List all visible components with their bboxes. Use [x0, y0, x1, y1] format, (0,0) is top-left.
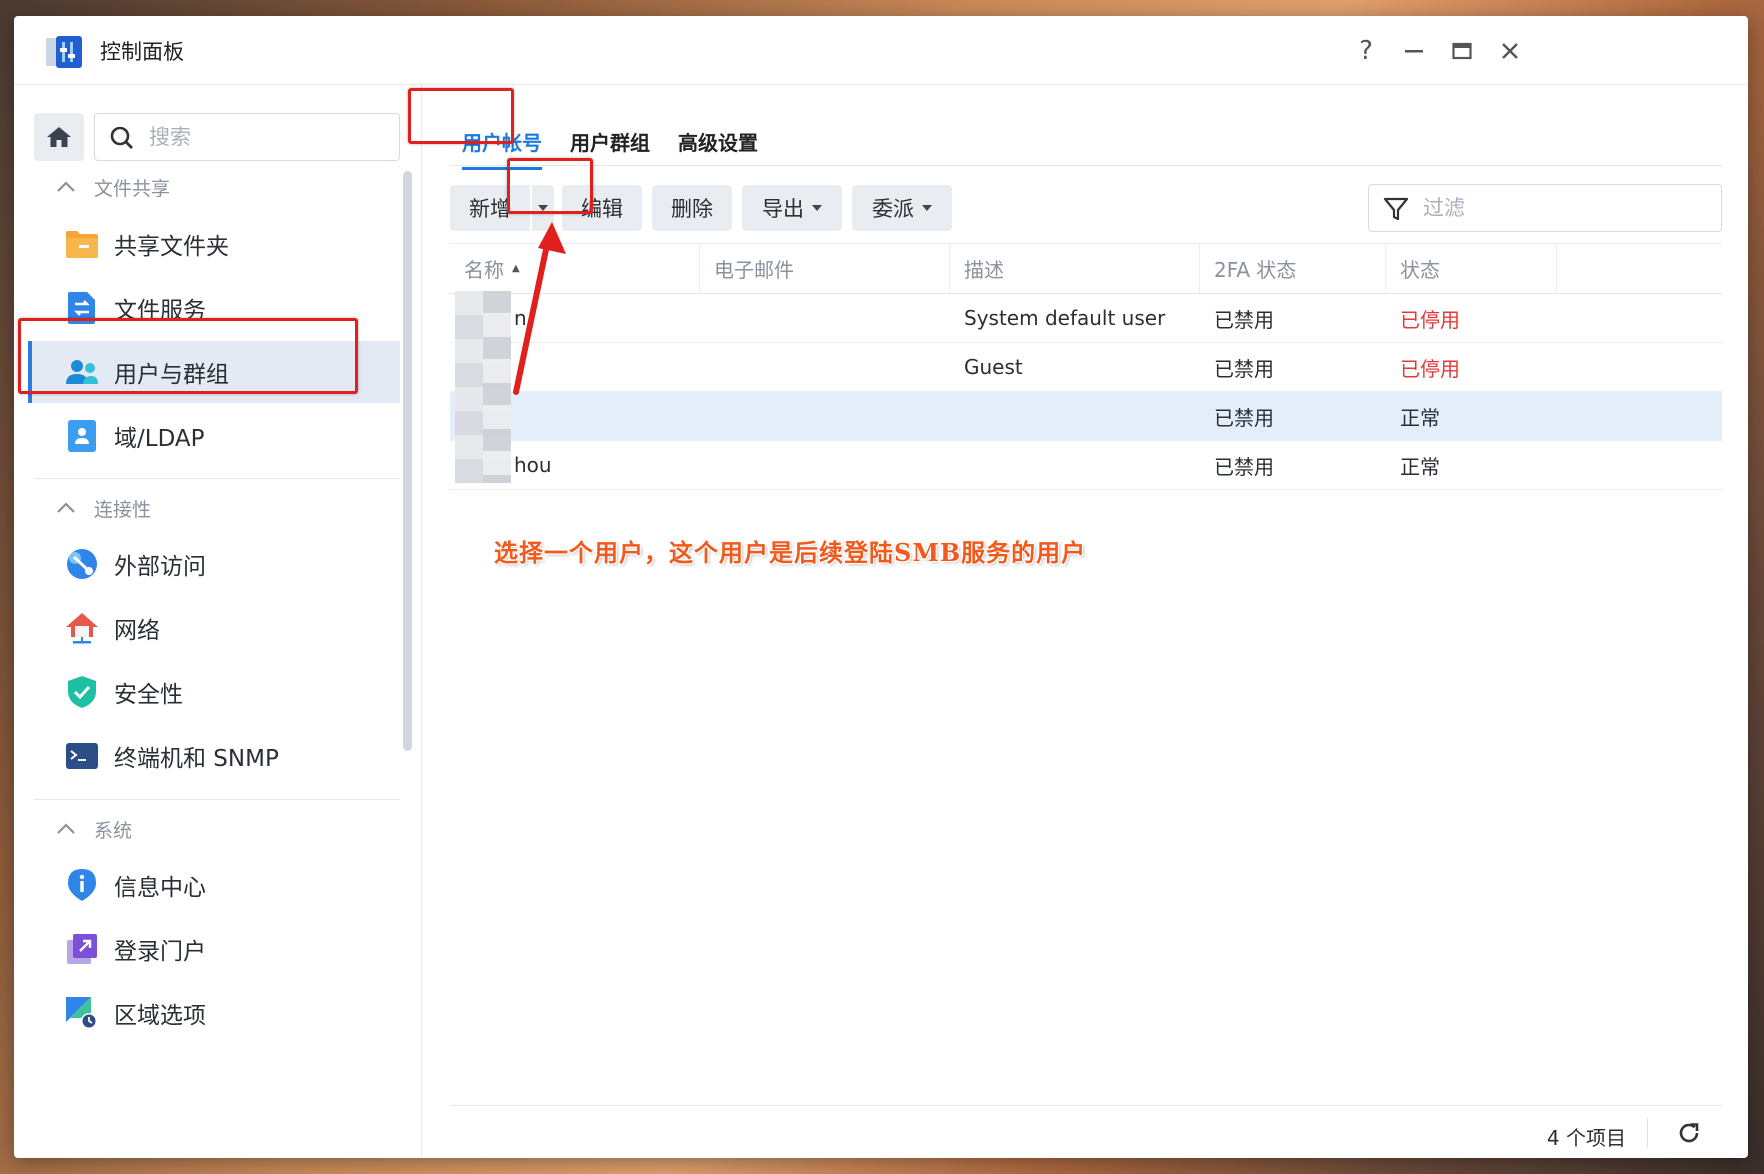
user-table: 名称 ▲ 电子邮件 描述 2FA 状态 状态 n System default … — [450, 243, 1722, 490]
refresh-button[interactable] — [1674, 1118, 1704, 1148]
sidebar-scrollbar[interactable] — [403, 171, 412, 751]
sidebar-item-terminal-snmp[interactable]: 终端机和 SNMP — [28, 725, 404, 787]
chevron-up-icon — [56, 823, 78, 835]
cell-email — [700, 343, 950, 391]
filter-box[interactable] — [1368, 184, 1722, 232]
column-header-status[interactable]: 状态 — [1386, 244, 1557, 293]
table-row[interactable]: hou 已禁用 正常 — [450, 441, 1722, 490]
maximize-button[interactable] — [1444, 34, 1480, 68]
caret-down-icon — [922, 205, 932, 211]
table-row[interactable]: Guest 已禁用 已停用 — [450, 343, 1722, 392]
cell-status: 已停用 — [1400, 356, 1460, 381]
sidebar-item-user-group[interactable]: 用户与群组 — [28, 341, 400, 403]
column-header-email[interactable]: 电子邮件 — [700, 244, 950, 293]
table-row-selected[interactable]: 已禁用 正常 — [450, 392, 1722, 441]
tab-user-accounts[interactable]: 用户帐号 — [462, 127, 542, 170]
cell-2fa: 已禁用 — [1214, 454, 1274, 479]
annotation-arrow — [513, 222, 566, 395]
cell-2fa: 已禁用 — [1214, 356, 1274, 381]
column-header-2fa[interactable]: 2FA 状态 — [1200, 244, 1386, 293]
annotation-text: 选择一个用户，这个用户是后续登陆SMB服务的用户 — [494, 538, 1087, 567]
caret-down-icon — [812, 205, 822, 211]
name-redaction-mosaic — [483, 291, 511, 483]
section-header-system[interactable]: 系统 — [56, 814, 132, 844]
main-panel: 用户帐号 用户群组 高级设置 新增 编辑 删除 导出 委派 名称 ▲ 电子邮件 … — [422, 85, 1748, 1158]
table-header: 名称 ▲ 电子邮件 描述 2FA 状态 状态 — [450, 243, 1722, 294]
domain-ldap-icon — [64, 418, 100, 454]
sidebar-item-network[interactable]: 网络 — [28, 597, 404, 659]
control-panel-app-icon — [44, 34, 84, 68]
sidebar-divider — [34, 799, 400, 800]
sidebar-divider — [34, 478, 400, 479]
filter-input[interactable] — [1421, 193, 1705, 223]
sidebar-item-info-center[interactable]: 信息中心 — [28, 854, 404, 916]
column-header-description[interactable]: 描述 — [950, 244, 1200, 293]
sidebar-item-shared-folder[interactable]: 共享文件夹 — [28, 213, 404, 275]
sidebar: 文件共享 共享文件夹 文件服务 用户与群组 域/LDAP — [14, 85, 422, 1158]
tab-bar: 用户帐号 用户群组 高级设置 — [450, 105, 1722, 170]
cell-status: 已停用 — [1400, 307, 1460, 332]
terminal-icon — [64, 738, 100, 774]
sidebar-search[interactable] — [94, 113, 400, 161]
regional-options-icon — [64, 995, 100, 1031]
chevron-up-icon — [56, 181, 78, 193]
search-icon — [110, 126, 133, 149]
delegate-button[interactable]: 委派 — [852, 185, 952, 231]
folder-icon — [64, 226, 100, 262]
home-button[interactable] — [34, 113, 84, 161]
home-icon — [47, 127, 71, 147]
cell-email — [700, 441, 950, 489]
title-bar: 控制面板 ? — [14, 16, 1748, 85]
cell-2fa: 已禁用 — [1214, 405, 1274, 430]
minimize-button[interactable] — [1396, 34, 1432, 68]
section-header-file-sharing[interactable]: 文件共享 — [56, 172, 170, 202]
window-title: 控制面板 — [100, 40, 184, 64]
sidebar-item-login-portal[interactable]: 登录门户 — [28, 918, 404, 980]
sidebar-item-file-services[interactable]: 文件服务 — [28, 277, 404, 339]
close-button[interactable] — [1492, 34, 1528, 68]
help-button[interactable]: ? — [1348, 34, 1384, 68]
cell-status: 正常 — [1400, 405, 1440, 430]
section-header-connectivity[interactable]: 连接性 — [56, 493, 151, 523]
sidebar-item-security[interactable]: 安全性 — [28, 661, 404, 723]
users-icon — [64, 354, 100, 390]
cell-status: 正常 — [1400, 454, 1440, 479]
cell-2fa: 已禁用 — [1214, 307, 1274, 332]
cell-email — [700, 294, 950, 342]
login-portal-icon — [64, 931, 100, 967]
external-access-icon — [64, 546, 100, 582]
refresh-icon — [1679, 1123, 1699, 1143]
chevron-up-icon — [56, 502, 78, 514]
network-home-icon — [64, 610, 100, 646]
sidebar-item-domain-ldap[interactable]: 域/LDAP — [28, 405, 404, 467]
cell-email — [700, 392, 950, 440]
cell-name: hou — [514, 453, 552, 477]
filter-icon — [1383, 197, 1409, 221]
sidebar-item-regional-options[interactable]: 区域选项 — [28, 982, 404, 1044]
cell-description: Guest — [964, 355, 1023, 379]
cell-description — [950, 392, 1200, 440]
file-services-icon — [64, 290, 100, 326]
tab-user-groups[interactable]: 用户群组 — [570, 127, 650, 156]
control-panel-window: 控制面板 ? 文件共享 共享文件夹 — [14, 16, 1748, 1158]
cell-description — [950, 441, 1200, 489]
info-icon — [64, 867, 100, 903]
sidebar-item-external-access[interactable]: 外部访问 — [28, 533, 404, 595]
table-row[interactable]: n System default user 已禁用 已停用 — [450, 294, 1722, 343]
delete-button[interactable]: 删除 — [652, 185, 732, 231]
table-footer: 4 个项目 — [450, 1105, 1722, 1158]
shield-icon — [64, 674, 100, 710]
search-input[interactable] — [147, 122, 391, 152]
tab-advanced-settings[interactable]: 高级设置 — [678, 127, 758, 156]
item-count: 4 个项目 — [1546, 1126, 1626, 1150]
export-button[interactable]: 导出 — [742, 185, 842, 231]
caret-down-icon — [538, 205, 548, 211]
footer-divider — [1647, 1118, 1648, 1148]
cell-description: System default user — [964, 306, 1166, 330]
